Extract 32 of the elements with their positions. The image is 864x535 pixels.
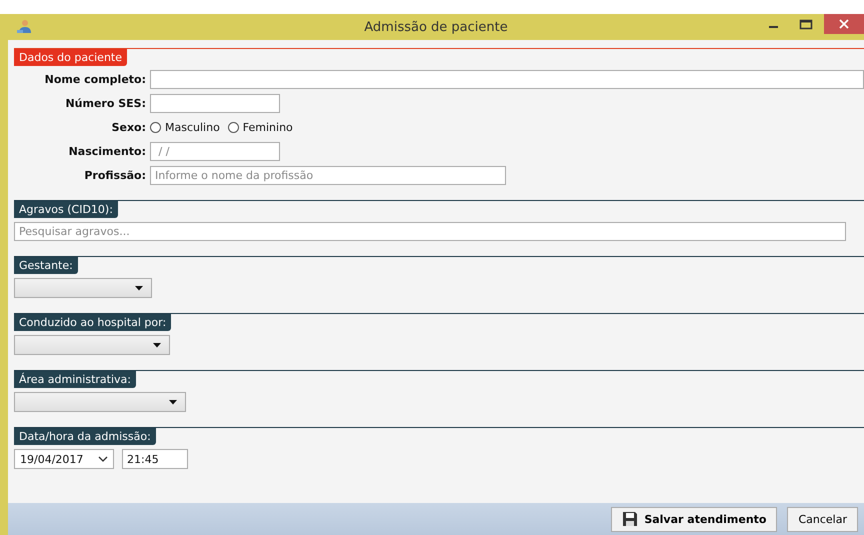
- section-heading: Agravos (CID10):: [14, 201, 118, 218]
- close-button[interactable]: [824, 14, 864, 34]
- field-label: Profissão:: [83, 169, 147, 182]
- cancel-button[interactable]: Cancelar: [787, 506, 858, 532]
- section-heading: Data/hora da admissão:: [14, 428, 156, 445]
- radio-option[interactable]: Feminino: [228, 121, 293, 134]
- chevron-icon: [98, 456, 108, 462]
- time-field[interactable]: 21:45: [122, 449, 188, 469]
- window-title: Admissão de paciente: [364, 20, 508, 34]
- section-heading: Gestante:: [14, 257, 78, 274]
- input-field[interactable]: / /: [150, 142, 280, 161]
- caret-icon: [153, 342, 161, 348]
- field-label: Nome completo:: [44, 73, 147, 86]
- field-label: Sexo:: [110, 121, 147, 134]
- field-label: Nascimento:: [68, 145, 147, 158]
- search-field[interactable]: Pesquisar agravos...: [14, 222, 846, 241]
- radio-option[interactable]: Masculino: [150, 121, 220, 134]
- input-field[interactable]: [150, 70, 864, 89]
- section-heading: Área administrativa:: [14, 371, 136, 388]
- caret-icon: [169, 400, 177, 404]
- app-icon: [16, 19, 32, 35]
- dropdown[interactable]: [14, 278, 152, 298]
- section-heading: Dados do paciente: [14, 49, 128, 66]
- input-field[interactable]: [150, 94, 280, 113]
- caret-icon: [135, 286, 143, 290]
- save-button[interactable]: Salvar atendimento: [611, 506, 778, 532]
- dropdown[interactable]: [14, 392, 186, 412]
- section-heading: Conduzido ao hospital por:: [14, 314, 172, 331]
- dropdown[interactable]: [14, 335, 170, 355]
- field-label: Número SES:: [64, 97, 147, 110]
- date-picker[interactable]: 19/04/2017: [14, 449, 114, 469]
- input-field[interactable]: Informe o nome da profissão: [150, 166, 506, 185]
